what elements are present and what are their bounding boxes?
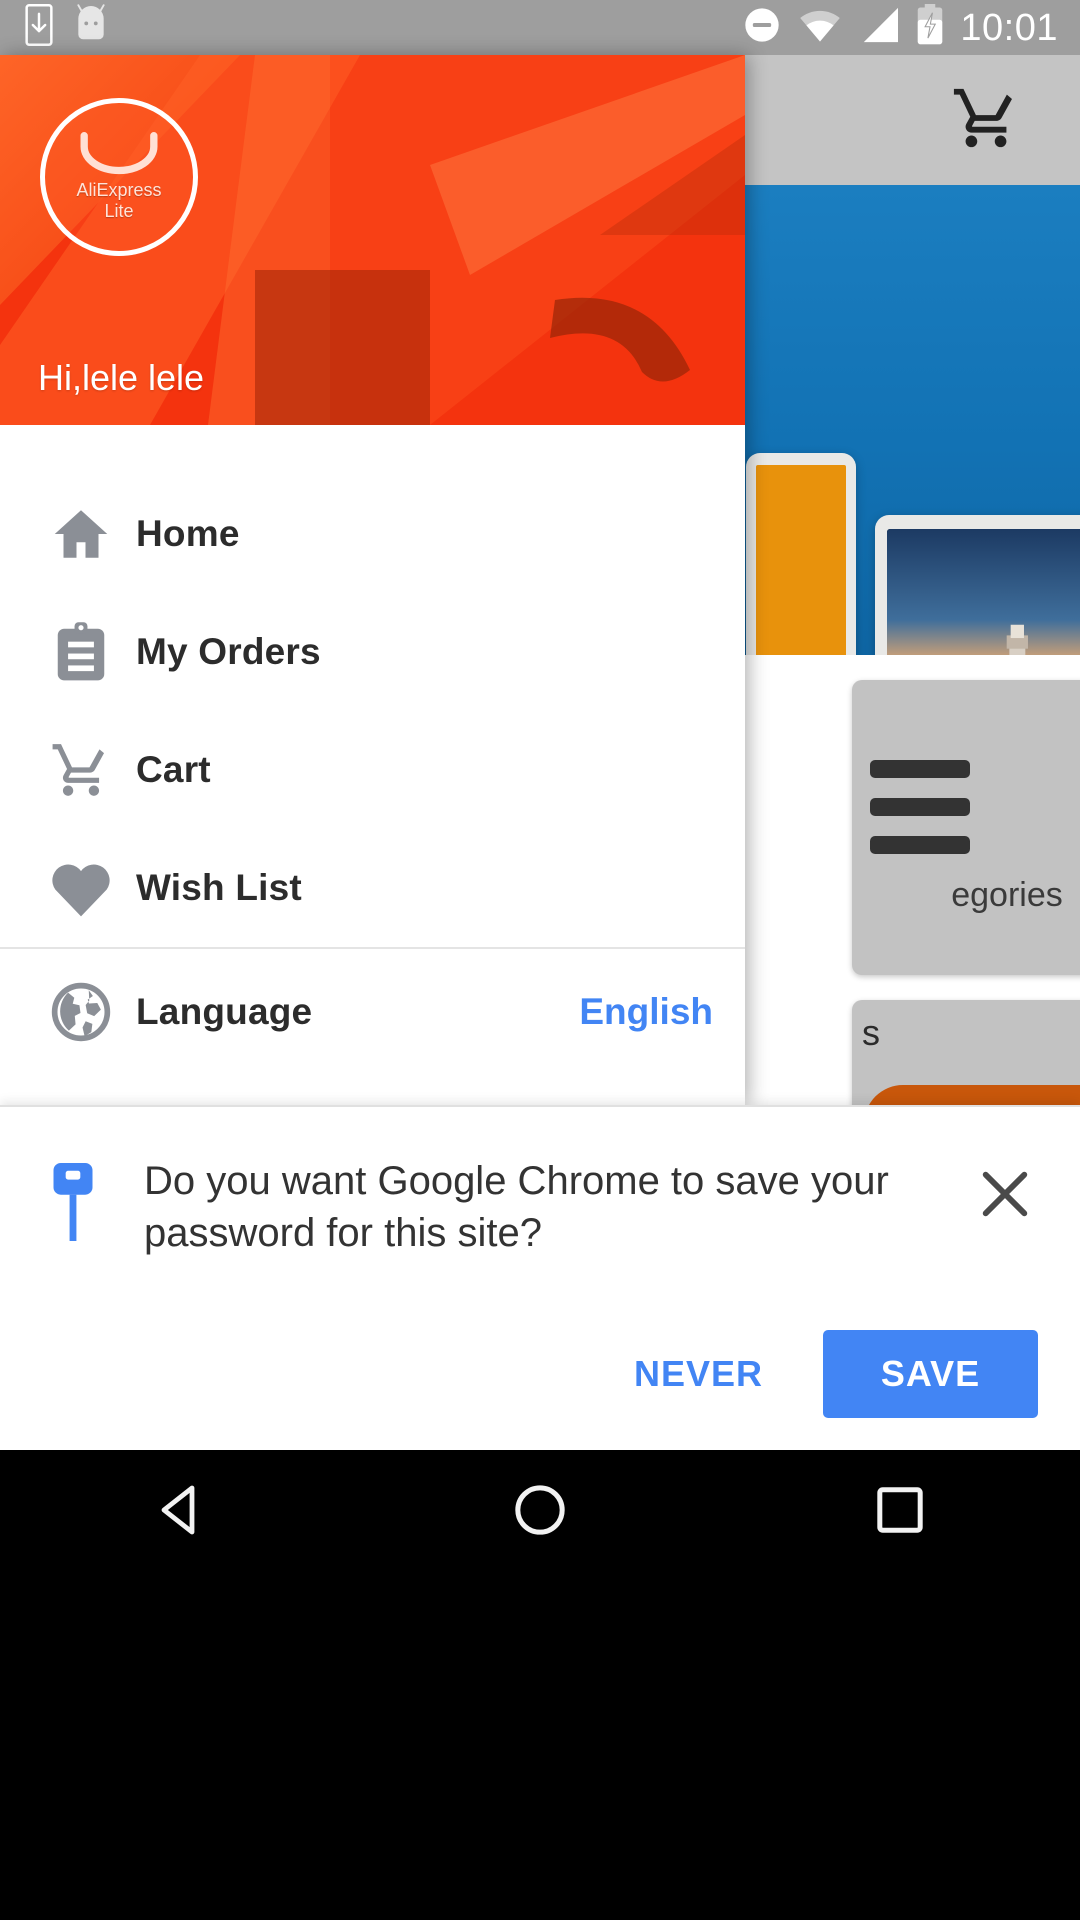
recents-square-icon[interactable] bbox=[825, 1450, 975, 1570]
sidebar-item-my-orders[interactable]: My Orders bbox=[0, 593, 745, 711]
sidebar-item-wish-list[interactable]: Wish List bbox=[0, 829, 745, 947]
download-icon bbox=[24, 4, 54, 51]
categories-card[interactable]: egories bbox=[852, 680, 1080, 975]
sidebar-item-label: My Orders bbox=[136, 631, 321, 672]
tablet-screen-large bbox=[887, 529, 1080, 655]
system-navigation-bar bbox=[0, 1450, 1080, 1920]
cellular-signal-icon bbox=[858, 6, 900, 49]
save-button[interactable]: SAVE bbox=[823, 1330, 1038, 1418]
avatar[interactable]: AliExpress Lite bbox=[40, 98, 198, 256]
heart-icon bbox=[26, 858, 136, 918]
drawer-header: AliExpress Lite Hi,lele lele bbox=[0, 55, 745, 425]
tablet-frame-small bbox=[746, 453, 856, 655]
navigation-drawer: AliExpress Lite Hi,lele lele Home My Ord… bbox=[0, 55, 745, 1105]
drawer-top-spacer bbox=[0, 425, 745, 475]
sidebar-item-home[interactable]: Home bbox=[0, 475, 745, 593]
greeting-text: Hi,lele lele bbox=[38, 357, 205, 398]
shopping-cart-icon[interactable] bbox=[947, 83, 1025, 158]
tablet-frame-large bbox=[875, 515, 1080, 655]
sidebar-item-label: Cart bbox=[136, 749, 211, 790]
shopping-cart-icon bbox=[26, 739, 136, 801]
back-triangle-icon[interactable] bbox=[105, 1450, 255, 1570]
close-icon[interactable] bbox=[970, 1165, 1040, 1223]
save-password-infobar: Do you want Google Chrome to save your p… bbox=[0, 1105, 1080, 1450]
language-value[interactable]: English bbox=[579, 991, 719, 1033]
smile-bag-icon bbox=[80, 132, 158, 175]
deal-card-title: s bbox=[862, 1012, 880, 1053]
phone-screen: egories s ff bbox=[0, 0, 1080, 1920]
home-icon bbox=[26, 504, 136, 564]
sidebar-item-cart[interactable]: Cart bbox=[0, 711, 745, 829]
avatar-brand-text: AliExpress Lite bbox=[76, 180, 161, 222]
sidebar-item-label: Home bbox=[136, 513, 240, 554]
battery-charging-icon bbox=[916, 4, 944, 51]
sidebar-item-label: Wish List bbox=[136, 867, 302, 908]
tablet-screen-small bbox=[756, 465, 846, 655]
clipboard-icon bbox=[26, 621, 136, 683]
sidebar-item-label: Language bbox=[136, 991, 313, 1032]
home-circle-icon[interactable] bbox=[465, 1450, 615, 1570]
do-not-disturb-icon bbox=[742, 5, 782, 50]
status-bar-clock: 10:01 bbox=[960, 6, 1058, 49]
status-bar: 10:01 bbox=[0, 0, 1080, 55]
never-button[interactable]: NEVER bbox=[608, 1335, 789, 1413]
avatar-brand-line1: AliExpress bbox=[76, 180, 162, 200]
android-icon bbox=[72, 4, 110, 51]
wifi-icon bbox=[798, 6, 842, 49]
lighthouse-photo bbox=[887, 529, 1080, 655]
sidebar-item-language[interactable]: Language English bbox=[0, 949, 745, 1075]
globe-icon bbox=[26, 981, 136, 1043]
key-icon bbox=[48, 1163, 106, 1246]
categories-card-label: egories bbox=[951, 876, 1063, 914]
save-password-message: Do you want Google Chrome to save your p… bbox=[144, 1159, 889, 1255]
avatar-brand-line2: Lite bbox=[104, 201, 134, 221]
